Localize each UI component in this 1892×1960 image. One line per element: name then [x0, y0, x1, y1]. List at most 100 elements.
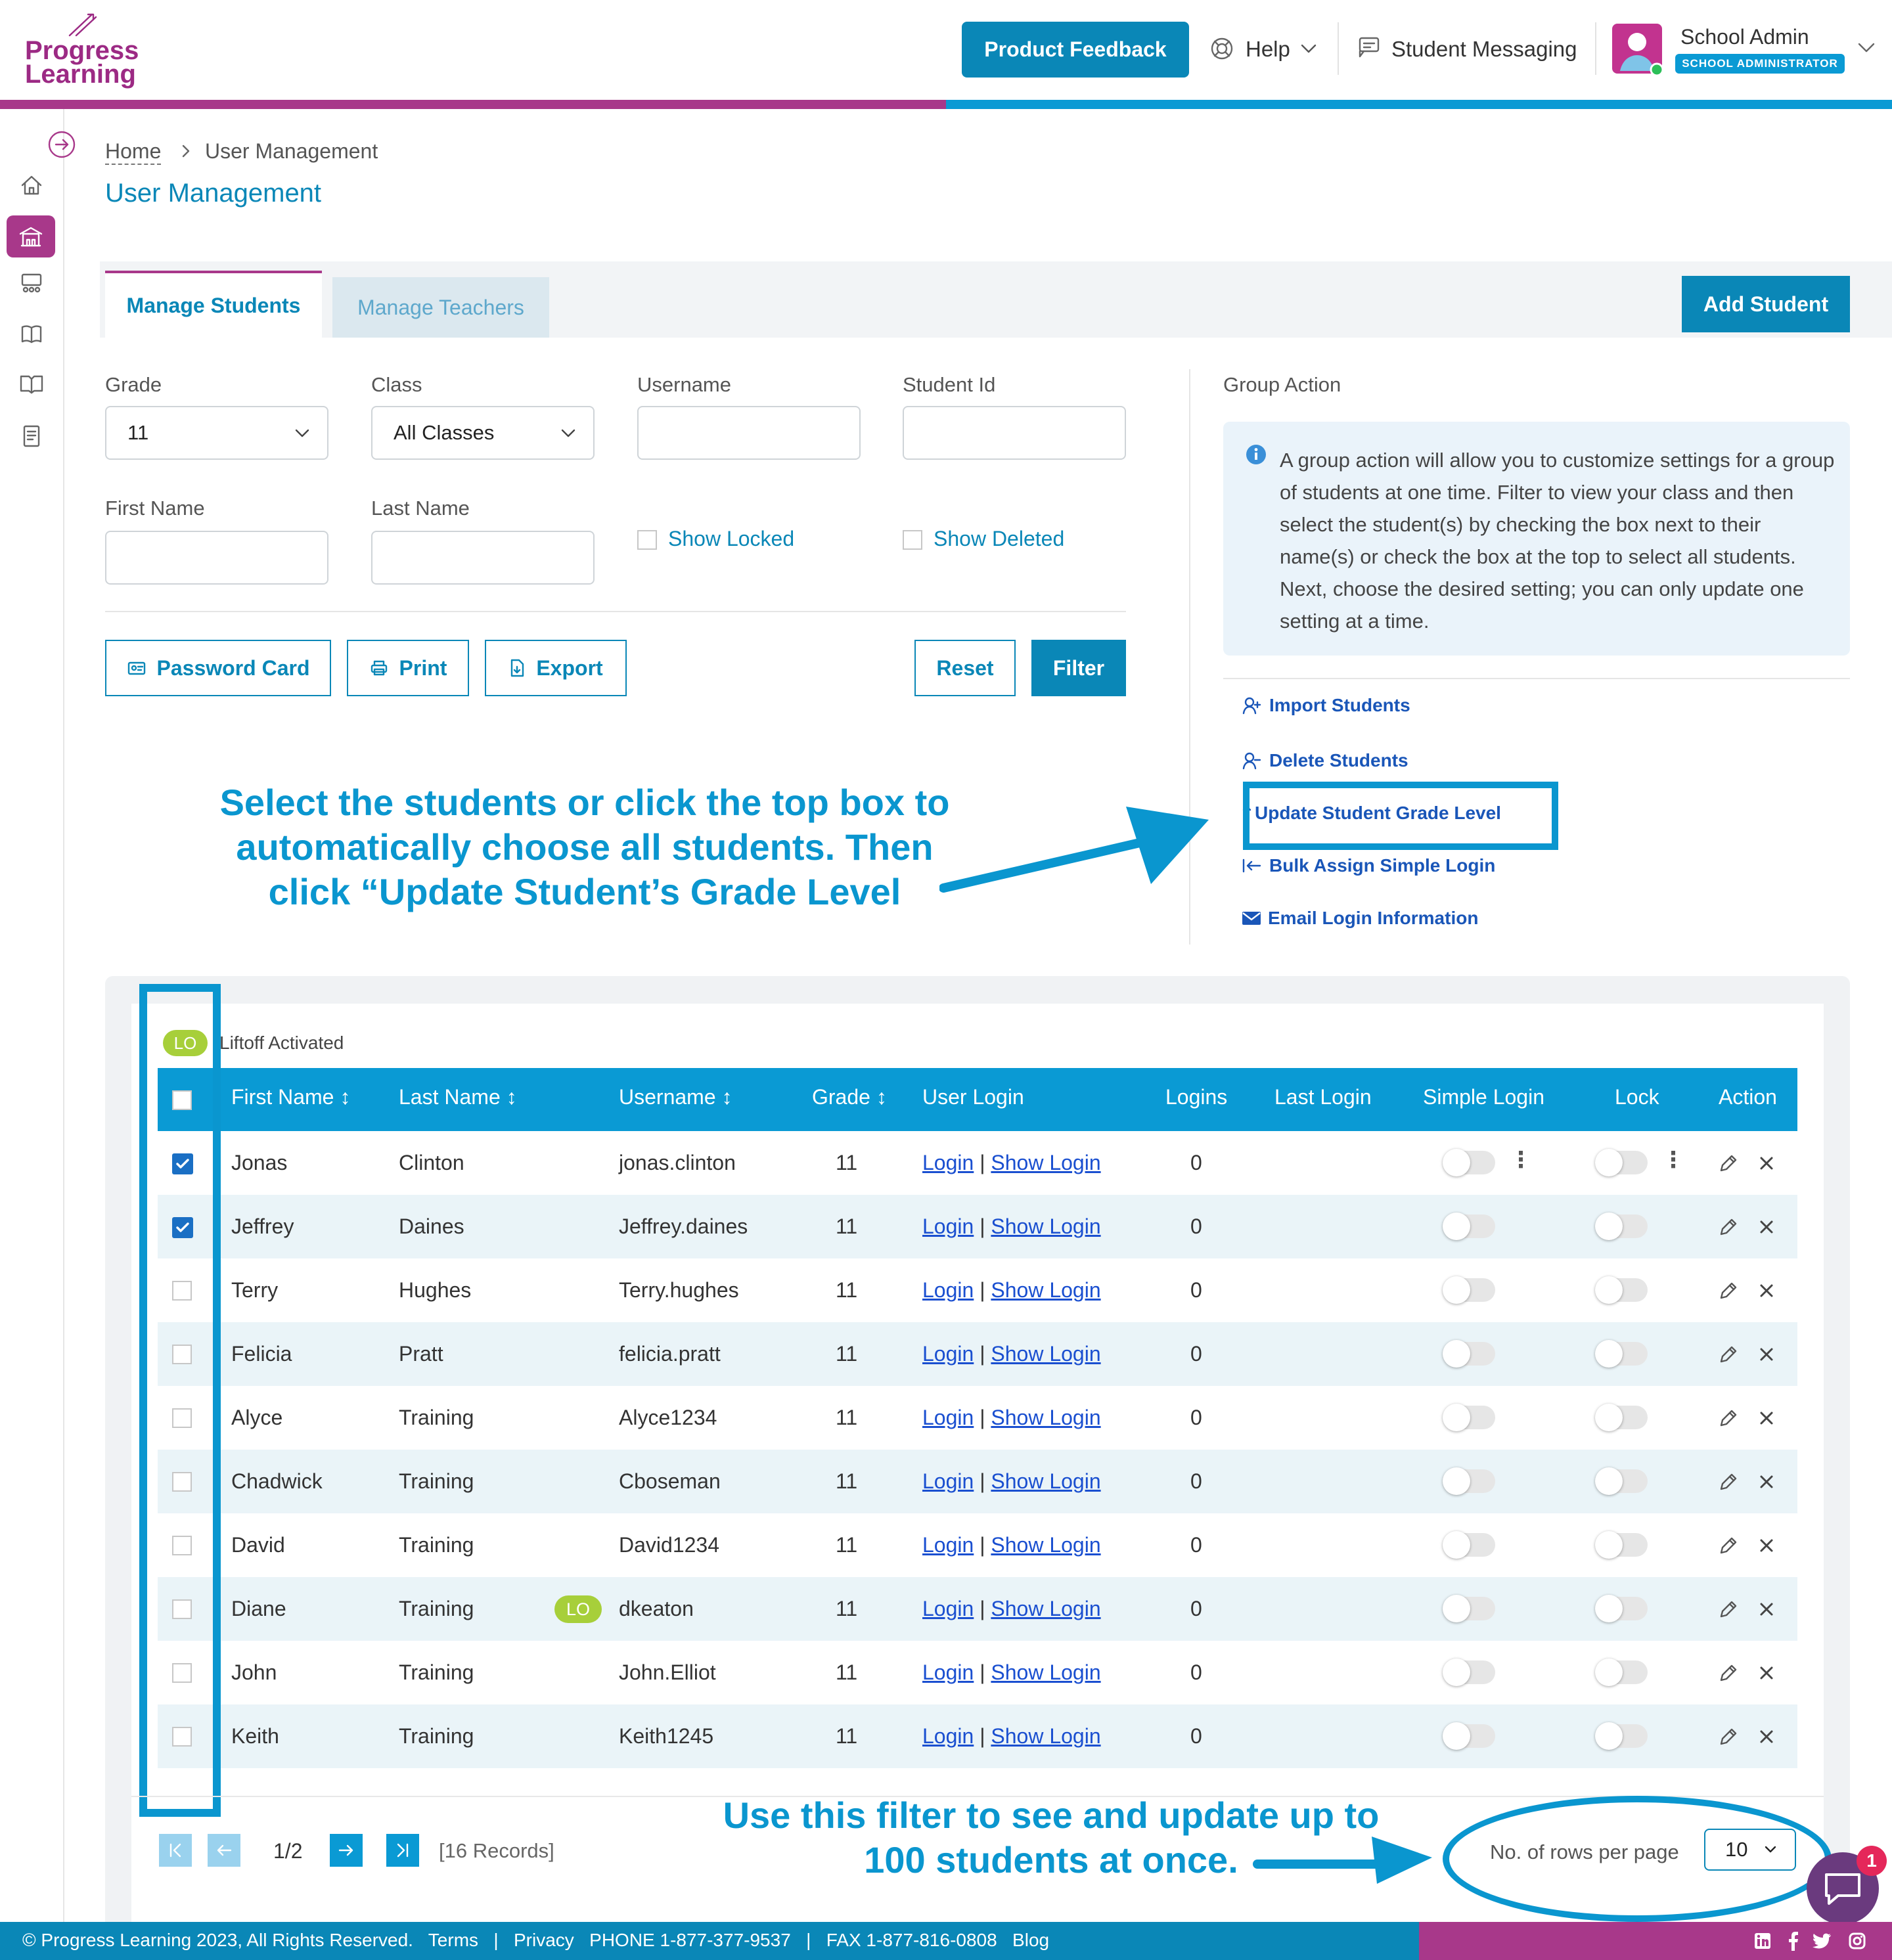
login-link[interactable]: Login [922, 1406, 974, 1429]
simple-login-toggle[interactable] [1443, 1531, 1495, 1559]
pencil-icon[interactable] [1717, 1152, 1740, 1174]
close-icon[interactable] [1757, 1408, 1776, 1428]
footer-blog-link[interactable]: Blog [1012, 1930, 1049, 1950]
firstname-input[interactable] [105, 531, 328, 585]
lock-toggle[interactable] [1595, 1340, 1648, 1368]
show-login-link[interactable]: Show Login [991, 1406, 1100, 1429]
product-feedback-button[interactable]: Product Feedback [962, 22, 1189, 78]
lock-toggle[interactable] [1595, 1404, 1648, 1431]
col-grade[interactable]: Grade ↕ [812, 1085, 887, 1109]
close-icon[interactable] [1757, 1727, 1776, 1747]
facebook-icon[interactable] [1787, 1931, 1799, 1951]
pencil-icon[interactable] [1717, 1280, 1740, 1302]
simple-login-toggle[interactable] [1443, 1659, 1495, 1686]
studentid-input[interactable] [903, 406, 1126, 460]
first-page-button[interactable] [159, 1834, 192, 1867]
simple-login-toggle[interactable] [1443, 1340, 1495, 1368]
classroom-icon[interactable] [18, 271, 45, 297]
book-icon[interactable] [18, 321, 45, 347]
instagram-icon[interactable] [1849, 1932, 1866, 1949]
breadcrumb-home[interactable]: Home [105, 139, 162, 165]
close-icon[interactable] [1757, 1599, 1776, 1619]
last-page-button[interactable] [386, 1834, 419, 1867]
pencil-icon[interactable] [1717, 1726, 1740, 1748]
lastname-input[interactable] [371, 531, 595, 585]
simple-login-toggle[interactable] [1443, 1213, 1495, 1240]
library-icon[interactable] [18, 370, 45, 397]
tab-manage-teachers[interactable]: Manage Teachers [332, 277, 549, 338]
show-login-link[interactable]: Show Login [991, 1597, 1100, 1620]
lock-toggle[interactable] [1595, 1149, 1648, 1176]
col-username[interactable]: Username ↕ [619, 1085, 732, 1109]
lock-toggle[interactable] [1595, 1722, 1648, 1750]
home-icon[interactable] [18, 172, 45, 198]
close-icon[interactable] [1757, 1345, 1776, 1364]
class-select[interactable]: All Classes [371, 406, 595, 460]
pencil-icon[interactable] [1717, 1534, 1740, 1557]
username-input[interactable] [637, 406, 861, 460]
show-login-link[interactable]: Show Login [991, 1724, 1100, 1748]
show-login-link[interactable]: Show Login [991, 1660, 1100, 1684]
pencil-icon[interactable] [1717, 1343, 1740, 1366]
login-link[interactable]: Login [922, 1533, 974, 1557]
lock-toggle[interactable] [1595, 1276, 1648, 1304]
footer-terms-link[interactable]: Terms [428, 1930, 478, 1950]
grade-select[interactable]: 11 [105, 406, 328, 460]
show-locked-checkbox[interactable] [637, 530, 657, 550]
student-messaging-link[interactable]: Student Messaging [1391, 37, 1577, 62]
print-button[interactable]: Print [347, 640, 469, 696]
close-icon[interactable] [1757, 1536, 1776, 1555]
pencil-icon[interactable] [1717, 1216, 1740, 1238]
lock-toggle[interactable] [1595, 1467, 1648, 1495]
next-page-button[interactable] [330, 1834, 363, 1867]
show-login-link[interactable]: Show Login [991, 1151, 1100, 1174]
show-login-link[interactable]: Show Login [991, 1214, 1100, 1238]
email-login-info-link[interactable]: Email Login Information [1242, 908, 1478, 929]
show-login-link[interactable]: Show Login [991, 1342, 1100, 1366]
sidebar-item-school-active[interactable] [7, 215, 55, 257]
prev-page-button[interactable] [208, 1834, 240, 1867]
tab-manage-students[interactable]: Manage Students [105, 271, 322, 338]
lock-toggle[interactable] [1595, 1659, 1648, 1686]
lock-toggle[interactable] [1595, 1531, 1648, 1559]
export-button[interactable]: Export [485, 640, 627, 696]
pencil-icon[interactable] [1717, 1471, 1740, 1493]
col-last-name[interactable]: Last Name ↕ [399, 1085, 517, 1109]
import-students-link[interactable]: Import Students [1242, 695, 1410, 716]
simple-login-menu-icon[interactable]: ⋮ [1510, 1147, 1532, 1173]
linkedin-icon[interactable] [1754, 1932, 1771, 1949]
close-icon[interactable] [1757, 1217, 1776, 1237]
simple-login-toggle[interactable] [1443, 1149, 1495, 1176]
help-menu[interactable]: Help [1246, 37, 1290, 62]
reset-button[interactable]: Reset [914, 640, 1016, 696]
show-locked-label[interactable]: Show Locked [668, 527, 794, 551]
show-deleted-checkbox[interactable] [903, 530, 922, 550]
filter-button[interactable]: Filter [1031, 640, 1126, 696]
login-link[interactable]: Login [922, 1724, 974, 1748]
pencil-icon[interactable] [1717, 1662, 1740, 1684]
show-login-link[interactable]: Show Login [991, 1278, 1100, 1302]
pencil-icon[interactable] [1717, 1598, 1740, 1620]
password-card-button[interactable]: Password Card [105, 640, 331, 696]
show-login-link[interactable]: Show Login [991, 1469, 1100, 1493]
col-first-name[interactable]: First Name ↕ [231, 1085, 350, 1109]
simple-login-toggle[interactable] [1443, 1467, 1495, 1495]
show-deleted-label[interactable]: Show Deleted [934, 527, 1064, 551]
add-student-button[interactable]: Add Student [1682, 276, 1850, 332]
login-link[interactable]: Login [922, 1278, 974, 1302]
expand-arrow-icon[interactable] [47, 130, 76, 159]
simple-login-toggle[interactable] [1443, 1404, 1495, 1431]
simple-login-toggle[interactable] [1443, 1276, 1495, 1304]
close-icon[interactable] [1757, 1663, 1776, 1683]
login-link[interactable]: Login [922, 1660, 974, 1684]
close-icon[interactable] [1757, 1281, 1776, 1301]
chevron-down-icon[interactable] [1299, 41, 1318, 56]
login-link[interactable]: Login [922, 1151, 974, 1174]
report-icon[interactable] [18, 423, 45, 449]
login-link[interactable]: Login [922, 1342, 974, 1366]
simple-login-toggle[interactable] [1443, 1722, 1495, 1750]
login-link[interactable]: Login [922, 1597, 974, 1620]
show-login-link[interactable]: Show Login [991, 1533, 1100, 1557]
pencil-icon[interactable] [1717, 1407, 1740, 1429]
twitter-icon[interactable] [1812, 1932, 1832, 1949]
